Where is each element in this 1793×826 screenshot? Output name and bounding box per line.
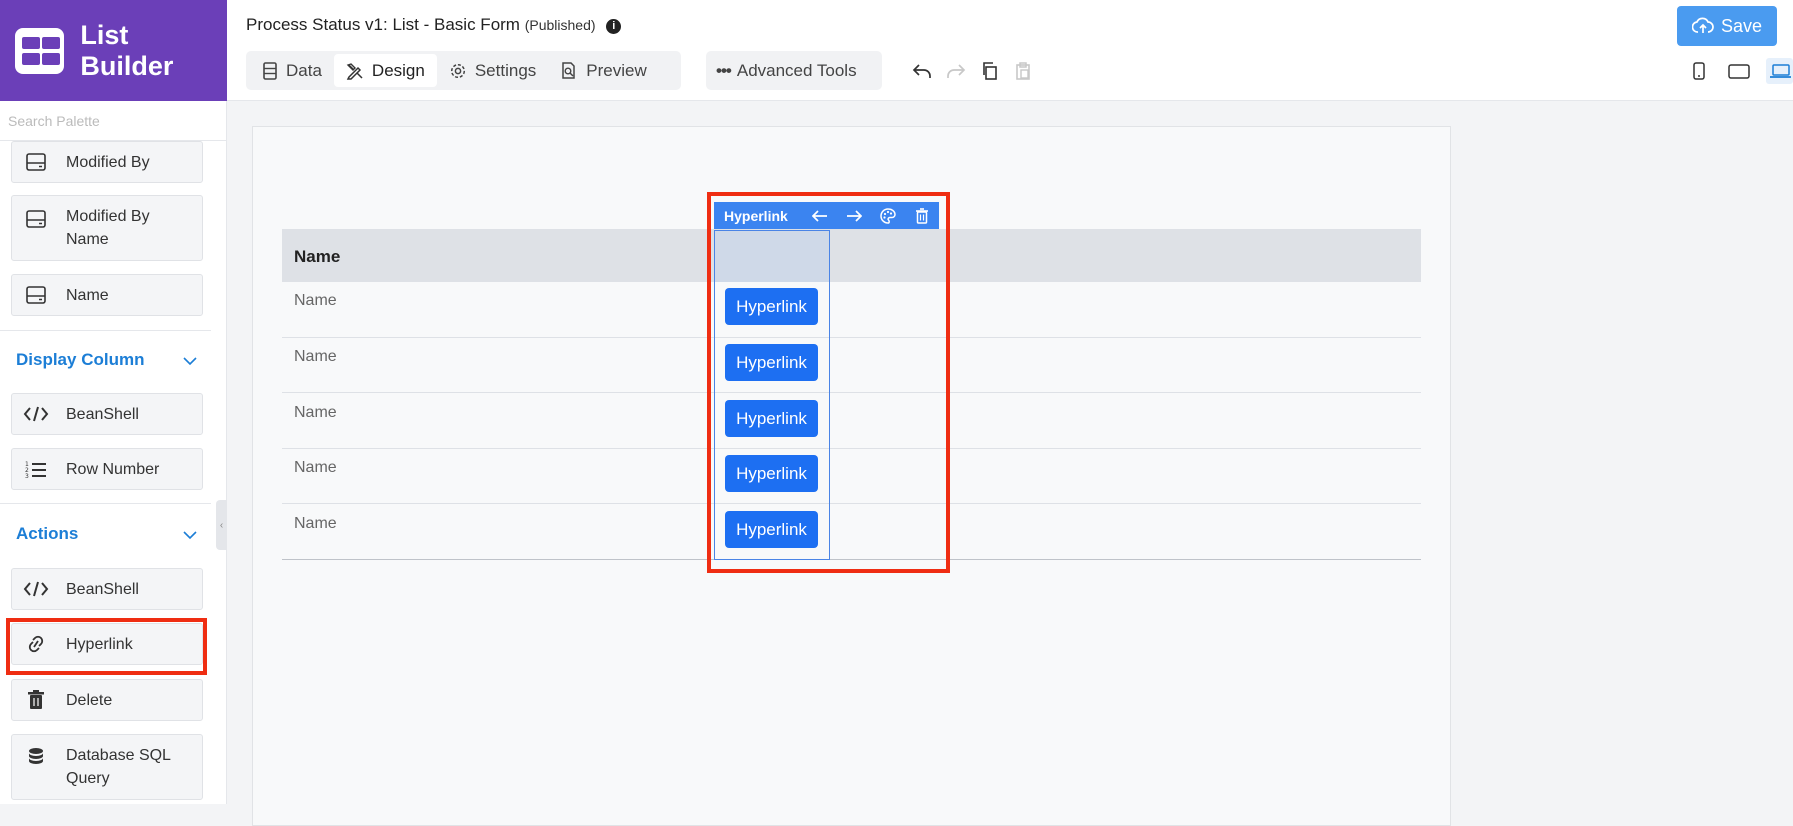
palette-item-label: BeanShell	[66, 580, 139, 598]
palette-item-label: Delete	[66, 691, 113, 709]
info-icon[interactable]: i	[606, 19, 622, 34]
save-label: Save	[1720, 15, 1763, 36]
gear-icon	[450, 63, 465, 78]
process-title: Process Status v1: List - Basic Form	[246, 15, 520, 34]
palette-item-label: BeanShell	[66, 405, 139, 423]
palette-sidebar: Search Palette Modified By Modified By N…	[0, 101, 227, 804]
palette-item-label: Name	[66, 286, 109, 304]
table-cell-name: Name	[294, 348, 337, 365]
field-icon	[16, 283, 56, 307]
table-cell-name: Name	[294, 292, 337, 309]
code-icon	[16, 577, 56, 601]
table-cell-name: Name	[294, 459, 337, 476]
chevron-down-icon[interactable]	[182, 527, 198, 543]
code-icon	[16, 402, 56, 426]
table-cell-name: Name	[294, 404, 337, 421]
section-title-display-column[interactable]: Display Column	[16, 350, 144, 370]
palette-item-delete[interactable]: Delete	[11, 679, 203, 721]
palette-item-label: Modified By Name	[66, 208, 150, 248]
app-title: List Builder	[80, 19, 174, 81]
advanced-tools-label: Advanced Tools	[736, 60, 857, 80]
highlight-box-action-column	[707, 192, 950, 573]
column-header-name[interactable]: Name	[294, 247, 340, 267]
publish-status: (Published)	[524, 17, 596, 33]
design-tools-icon	[346, 62, 363, 80]
preview-icon	[562, 61, 576, 79]
brand-header: List Builder	[0, 0, 227, 101]
more-dots-icon: •••	[716, 60, 732, 80]
paste-icon[interactable]	[1010, 58, 1036, 84]
field-icon	[16, 150, 56, 174]
numbered-list-icon: 123	[16, 457, 56, 481]
table-cell-name: Name	[294, 515, 337, 532]
list-builder-logo-icon	[15, 27, 65, 74]
trash-icon	[16, 688, 56, 712]
redo-icon[interactable]	[943, 58, 969, 84]
chevron-down-icon[interactable]	[182, 353, 198, 369]
collapse-sidebar-handle[interactable]: ‹	[216, 500, 227, 550]
palette-item-modified-by[interactable]: Modified By	[11, 141, 203, 183]
section-title-actions[interactable]: Actions	[16, 524, 78, 544]
save-button[interactable]: Save	[1677, 6, 1777, 46]
laptop-icon[interactable]	[1766, 58, 1793, 84]
svg-text:3: 3	[25, 473, 29, 478]
builder-tabs: Data Design Settings Preview	[246, 51, 681, 90]
divider	[0, 503, 211, 504]
tab-design[interactable]: Design	[333, 54, 437, 87]
palette-item-database-sql-query[interactable]: Database SQL Query	[11, 734, 203, 800]
database-icon	[16, 745, 56, 769]
tab-data-label: Data	[286, 60, 322, 80]
palette-item-modified-by-name[interactable]: Modified By Name	[11, 195, 203, 261]
field-icon	[16, 207, 56, 231]
process-title-line: Process Status v1: List - Basic Form (Pu…	[246, 15, 622, 35]
undo-icon[interactable]	[909, 58, 935, 84]
palette-item-beanshell-action[interactable]: BeanShell	[11, 568, 203, 610]
tab-settings[interactable]: Settings	[437, 54, 548, 87]
top-header: Process Status v1: List - Basic Form (Pu…	[227, 0, 1793, 101]
tab-preview-label: Preview	[586, 60, 647, 80]
table-icon	[263, 61, 277, 80]
search-palette-input[interactable]: Search Palette	[0, 101, 226, 141]
tab-settings-label: Settings	[474, 60, 537, 80]
palette-item-label: Database SQL Query	[66, 747, 171, 787]
copy-icon[interactable]	[977, 58, 1003, 84]
tablet-icon[interactable]	[1725, 58, 1753, 84]
palette-item-label: Modified By	[66, 153, 150, 171]
phone-icon[interactable]	[1685, 58, 1713, 84]
palette-item-label: Row Number	[66, 460, 160, 478]
tab-design-label: Design	[371, 60, 425, 80]
highlight-box-hyperlink	[6, 618, 207, 675]
palette-item-name[interactable]: Name	[11, 274, 203, 316]
advanced-tools-button[interactable]: ••• Advanced Tools	[706, 51, 882, 90]
tab-preview[interactable]: Preview	[548, 54, 658, 87]
tab-data[interactable]: Data	[250, 54, 334, 87]
palette-item-beanshell-display[interactable]: BeanShell	[11, 393, 203, 435]
cloud-upload-icon	[1691, 17, 1714, 33]
palette-item-row-number[interactable]: 123 Row Number	[11, 448, 203, 490]
divider	[0, 330, 211, 331]
